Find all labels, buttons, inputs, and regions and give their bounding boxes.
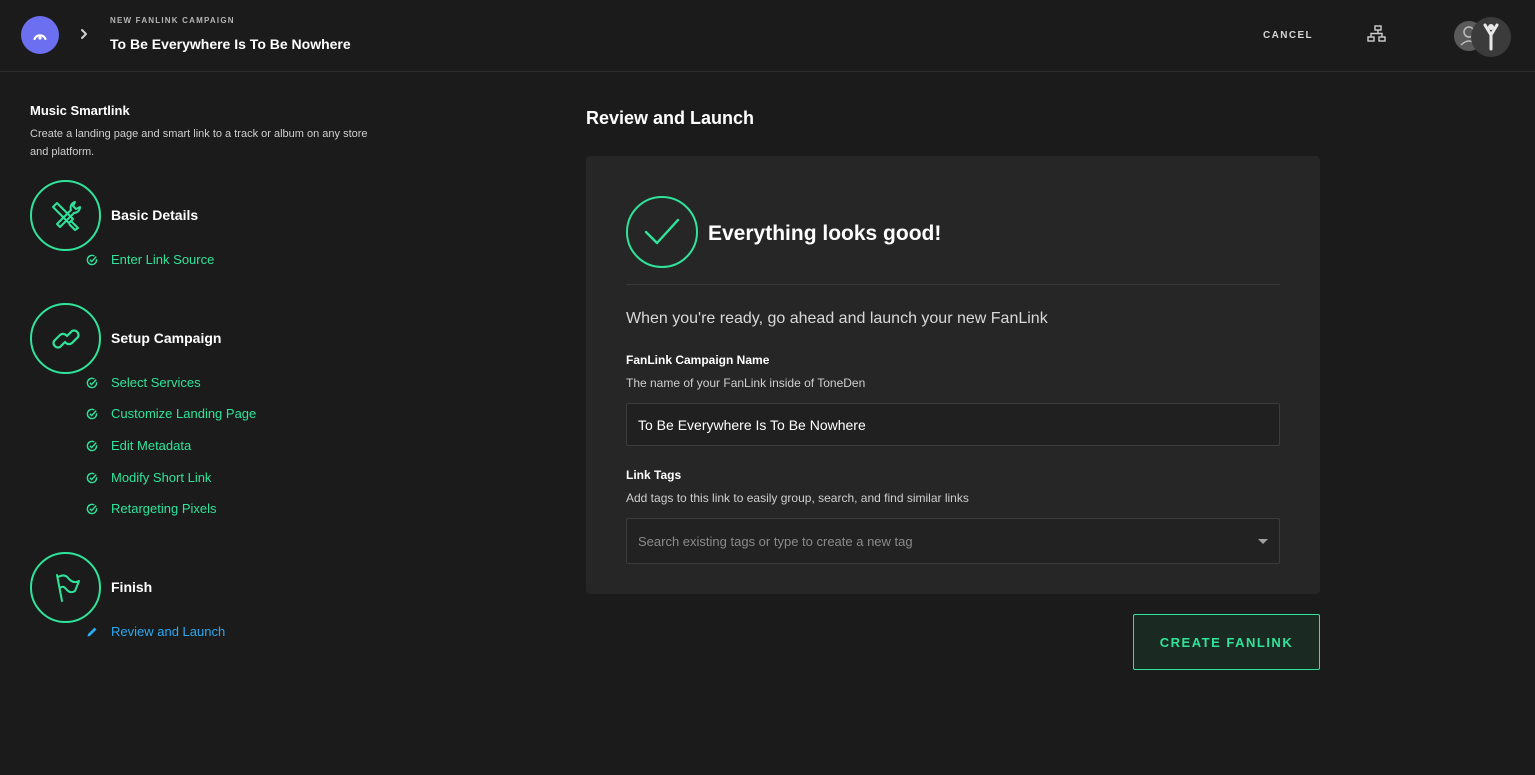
step-item-label: Retargeting Pixels — [111, 501, 217, 516]
step-finish-circle — [30, 552, 101, 623]
step-title-basic-details: Basic Details — [111, 207, 199, 223]
step-item-review-and-launch[interactable]: Review and Launch — [86, 624, 225, 639]
step-item-label: Customize Landing Page — [111, 406, 257, 421]
link-tags-help: Add tags to this link to easily group, s… — [626, 491, 969, 505]
step-item-label: Edit Metadata — [111, 438, 192, 453]
checkmark-icon — [644, 218, 680, 245]
step-item-modify-short-link[interactable]: Modify Short Link — [86, 470, 211, 485]
user-avatar[interactable] — [1454, 17, 1512, 57]
page-title: Review and Launch — [586, 108, 755, 128]
step-item-label: Enter Link Source — [111, 252, 215, 267]
success-message: Everything looks good! — [708, 222, 942, 245]
step-item-enter-link-source[interactable]: Enter Link Source — [86, 252, 214, 267]
create-fanlink-button[interactable]: CREATE FANLINK — [1133, 614, 1320, 670]
pencil-icon — [87, 627, 97, 636]
caret-down-icon — [1258, 538, 1268, 544]
check-circle-icon — [86, 254, 98, 265]
step-title-finish: Finish — [111, 579, 153, 595]
toneden-logo[interactable] — [21, 16, 59, 54]
campaign-name-input[interactable]: To Be Everywhere Is To Be Nowhere — [626, 403, 1280, 446]
step-item-edit-metadata[interactable]: Edit Metadata — [86, 438, 191, 453]
step-item-retargeting-pixels[interactable]: Retargeting Pixels — [86, 501, 217, 516]
step-item-customize-landing-page[interactable]: Customize Landing Page — [86, 406, 256, 421]
link-tags-select[interactable]: Search existing tags or type to create a… — [626, 518, 1280, 564]
tools-icon — [51, 200, 81, 231]
header-eyebrow: NEW FANLINK CAMPAIGN — [110, 16, 235, 25]
check-circle-icon — [86, 440, 98, 451]
chevron-right-icon — [81, 29, 87, 39]
top-bar: NEW FANLINK CAMPAIGN To Be Everywhere Is… — [0, 0, 1535, 72]
logo-arc-icon — [33, 34, 47, 41]
success-circle — [626, 196, 698, 268]
sidebar-description: Create a landing page and smart link to … — [30, 128, 368, 158]
campaign-name-help: The name of your FanLink inside of ToneD… — [626, 376, 866, 390]
step-item-select-services[interactable]: Select Services — [86, 375, 201, 390]
check-circle-icon — [86, 503, 98, 514]
check-circle-icon — [86, 472, 98, 483]
step-item-label: Modify Short Link — [111, 470, 212, 485]
header-title: To Be Everywhere Is To Be Nowhere — [110, 36, 351, 52]
org-chart-icon[interactable] — [1367, 25, 1387, 43]
step-setup-campaign-circle — [30, 303, 101, 374]
step-item-label: Review and Launch — [111, 624, 226, 639]
campaign-name-label: FanLink Campaign Name — [626, 353, 770, 367]
step-title-setup-campaign: Setup Campaign — [111, 330, 222, 346]
check-circle-icon — [86, 377, 98, 388]
sidebar-title: Music Smartlink — [30, 103, 130, 118]
step-basic-details-circle — [30, 180, 101, 251]
review-card: Everything looks good! When you're ready… — [586, 156, 1320, 594]
ready-message: When you're ready, go ahead and launch y… — [626, 310, 1048, 327]
step-item-label: Select Services — [111, 375, 201, 390]
link-tags-label: Link Tags — [626, 468, 682, 482]
link-icon — [51, 328, 80, 349]
card-divider — [626, 284, 1280, 285]
cancel-button[interactable]: CANCEL — [1263, 30, 1313, 41]
flag-icon — [55, 573, 80, 602]
check-circle-icon — [86, 408, 98, 419]
link-tags-placeholder: Search existing tags or type to create a… — [638, 533, 913, 549]
